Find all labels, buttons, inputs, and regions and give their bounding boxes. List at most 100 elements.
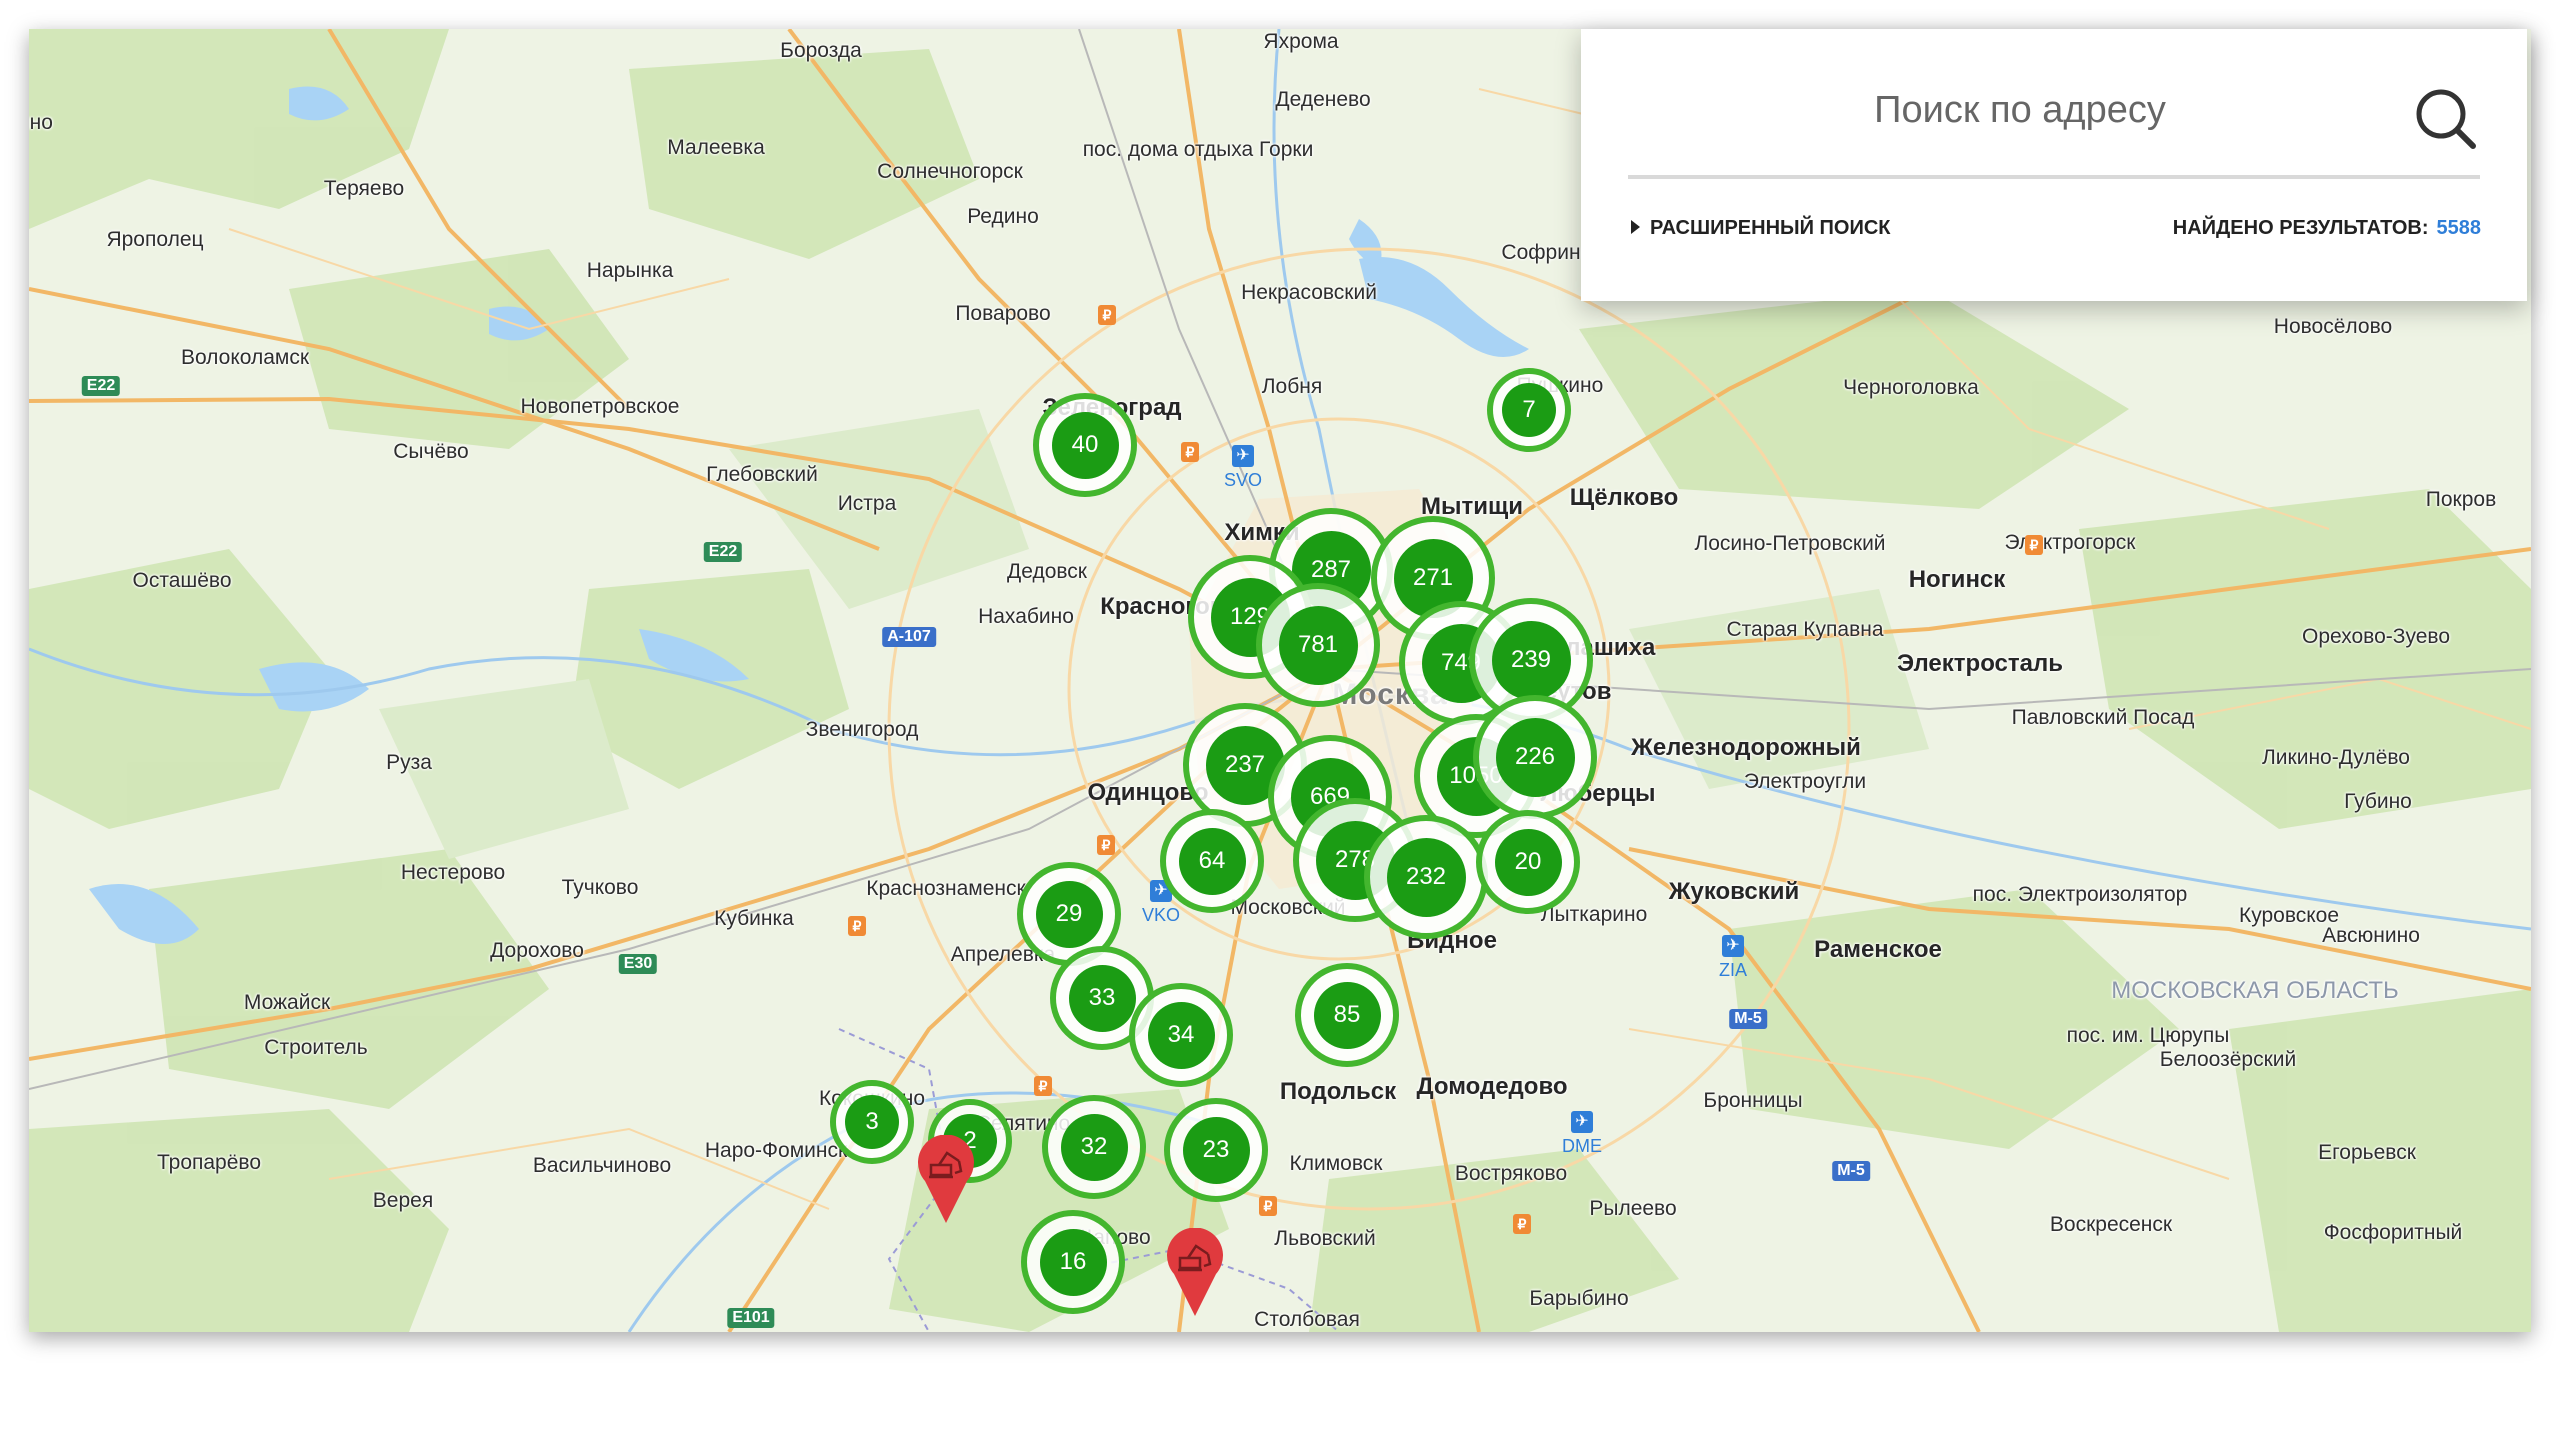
cluster-count: 32 [1060, 1113, 1128, 1181]
airport-marker: ✈ SVO [1224, 445, 1262, 491]
place-label: Деденево [1275, 88, 1371, 111]
place-label: Новопетровское [520, 395, 680, 418]
airport-code: VKO [1141, 905, 1181, 925]
place-label: Фосфоритный [2323, 1221, 2463, 1244]
highway-shield: M-5 [1729, 1009, 1767, 1029]
place-label: Руза [386, 751, 432, 774]
place-label: Бронницы [1703, 1089, 1803, 1112]
place-label: Осташёво [132, 569, 232, 592]
place-label: Раменское [1814, 936, 1942, 963]
airplane-icon: ✈ [1571, 1111, 1593, 1133]
place-label: Солнечногорск [877, 160, 1023, 183]
cluster-marker[interactable]: 226 [1473, 695, 1597, 819]
place-label: Старая Купавна [1726, 618, 1884, 641]
place-label: Нахабино [978, 605, 1074, 628]
highway-shield: E22 [703, 542, 743, 562]
airport-code: ZIA [1718, 960, 1748, 980]
station-icon: ₽ [1259, 1196, 1277, 1216]
place-label: Электросталь [1897, 650, 2063, 677]
highway-shield: M-5 [1832, 1161, 1870, 1181]
cluster-marker[interactable]: 64 [1160, 809, 1264, 913]
place-label: Лыткарино [1540, 903, 1648, 926]
airport-marker: ✈ ZIA [1719, 935, 1747, 981]
place-label: Софрин [1501, 241, 1581, 264]
place-label: Кубинка [714, 907, 794, 930]
airport-code: SVO [1223, 470, 1263, 490]
cluster-count: 16 [1039, 1228, 1107, 1296]
cluster-marker[interactable]: 85 [1295, 963, 1399, 1067]
highway-shield: E30 [618, 954, 658, 974]
place-label: Нестерово [400, 861, 506, 884]
cluster-count: 64 [1178, 827, 1246, 895]
place-label: Редино [967, 205, 1039, 228]
place-label: Лосино-Петровский [1694, 532, 1886, 555]
station-icon: ₽ [1034, 1076, 1052, 1096]
airplane-icon: ✈ [1231, 445, 1254, 467]
station-icon: ₽ [2025, 535, 2043, 555]
cluster-count: 232 [1386, 837, 1466, 917]
place-label: Жуковский [1668, 878, 1800, 905]
place-label: Яхрома [1263, 30, 1339, 53]
place-label: Можайск [243, 991, 331, 1014]
airport-code: DME [1562, 1136, 1602, 1156]
highway-shield: E22 [81, 376, 121, 396]
place-label: Поварово [955, 302, 1051, 325]
construction-pin[interactable] [1166, 1227, 1224, 1323]
station-icon: ₽ [1098, 305, 1116, 325]
cluster-marker[interactable]: 40 [1033, 393, 1137, 497]
place-label: Рылеево [1589, 1197, 1677, 1220]
cluster-marker[interactable]: 20 [1476, 810, 1580, 914]
cluster-marker[interactable]: 781 [1256, 583, 1380, 707]
cluster-marker[interactable]: 23 [1164, 1098, 1268, 1202]
cluster-marker[interactable]: 7 [1487, 368, 1571, 452]
cluster-marker[interactable]: 3 [830, 1080, 914, 1164]
cluster-marker[interactable]: 32 [1042, 1095, 1146, 1199]
place-label: Губино [2344, 790, 2412, 813]
cluster-marker[interactable]: 16 [1021, 1210, 1125, 1314]
airport-marker: ✈ DME [1562, 1111, 1602, 1157]
advanced-search-toggle[interactable]: РАСШИРЕННЫЙ ПОИСК [1631, 217, 1890, 240]
place-label: Львовский [1274, 1227, 1376, 1250]
cluster-count: 34 [1147, 1001, 1215, 1069]
search-underline [1628, 175, 2480, 179]
place-label: Верея [372, 1189, 434, 1212]
cluster-count: 239 [1491, 620, 1571, 700]
cluster-count: 85 [1313, 981, 1381, 1049]
place-label: Васильчиново [532, 1154, 672, 1177]
place-label: Домодедово [1416, 1073, 1568, 1100]
place-label: Звенигород [805, 718, 919, 741]
place-label: Новосёлово [2273, 315, 2393, 338]
cluster-count: 33 [1068, 964, 1136, 1032]
place-label: Электроугли [1743, 770, 1867, 793]
place-label: Железнодорожный [1631, 734, 1861, 761]
cluster-count: 781 [1278, 605, 1358, 685]
construction-pin[interactable] [917, 1134, 975, 1230]
triangle-right-icon [1631, 219, 1640, 234]
place-label: Ногинск [1908, 566, 2006, 593]
place-label: Краснознаменск [866, 877, 1026, 900]
place-label: Покров [2425, 488, 2497, 511]
place-label: пос. Электроизолятор [1972, 883, 2188, 906]
place-label: Некрасовский [1241, 281, 1377, 304]
place-label: Белоозёрский [2159, 1048, 2297, 1071]
place-label: Тропарёво [156, 1151, 262, 1174]
highway-shield: A-107 [882, 627, 936, 647]
place-label: Орехово-Зуево [2302, 625, 2450, 648]
airplane-icon: ✈ [1721, 935, 1744, 957]
place-label: Малеевка [667, 136, 765, 159]
place-label: шино [29, 111, 53, 134]
place-label: Барыбино [1529, 1287, 1629, 1310]
cluster-marker[interactable]: 232 [1364, 815, 1488, 939]
place-label: Егорьевск [2318, 1141, 2416, 1164]
search-input[interactable] [1628, 79, 2412, 141]
place-label: Подольск [1279, 1078, 1397, 1105]
highway-shield: E101 [727, 1308, 775, 1328]
cluster-marker[interactable]: 34 [1129, 983, 1233, 1087]
results-number: 5588 [2436, 217, 2482, 239]
place-label: Сычёво [393, 440, 469, 463]
place-label: Глебовский [706, 463, 818, 486]
place-label: Наро-Фоминск [704, 1139, 848, 1162]
place-label: Лобня [1261, 375, 1323, 398]
search-icon[interactable] [2411, 84, 2481, 154]
place-label: Дорохово [490, 939, 584, 962]
